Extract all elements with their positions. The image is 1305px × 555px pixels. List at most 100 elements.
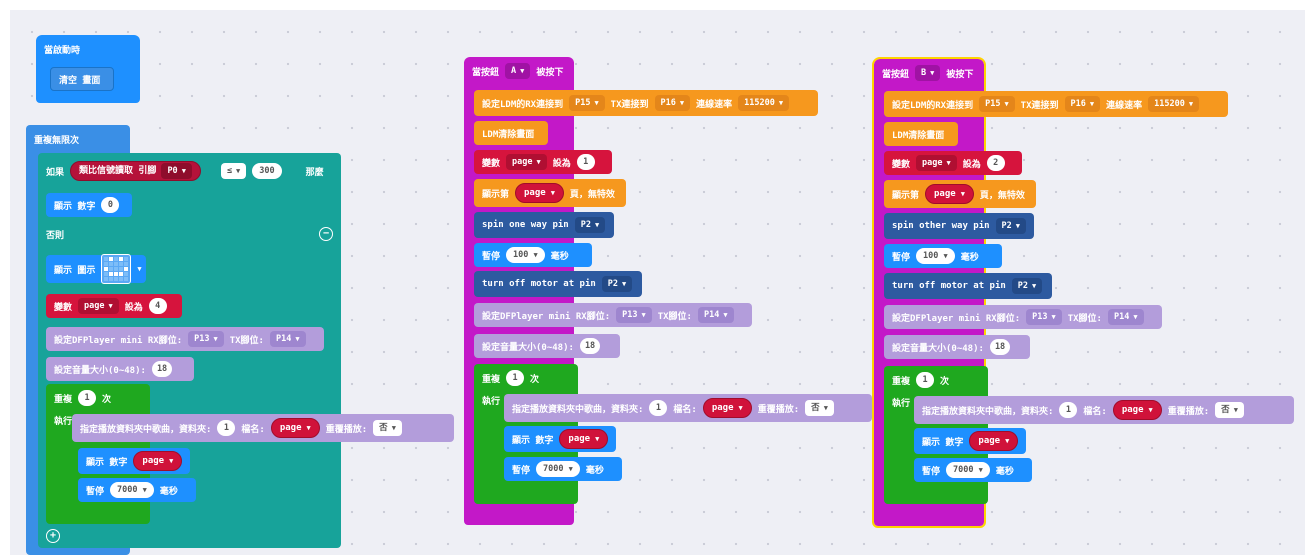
pause-block[interactable]: 暫停 7000 ▼ 毫秒 — [78, 478, 196, 502]
baud-dropdown[interactable]: 115200 ▼ — [738, 95, 790, 111]
loop-dropdown[interactable]: 否 ▼ — [373, 420, 402, 436]
dfplayer-rx-dropdown[interactable]: P13 ▼ — [1026, 309, 1062, 325]
play-folder-block[interactable]: 指定播放資料夾中歌曲，資料夾: 1 檔名: page ▼ 重覆播放: 否 ▼ — [914, 396, 1294, 424]
page-variable[interactable]: page ▼ — [270, 418, 320, 438]
set-value[interactable]: 1 — [576, 154, 595, 170]
collapse-minus-icon[interactable]: − — [319, 227, 333, 241]
page-variable[interactable]: page ▼ — [969, 431, 1019, 451]
ms-label: 毫秒 — [960, 252, 979, 263]
baud-label: 連線速率 — [696, 99, 733, 110]
page-variable[interactable]: page ▼ — [702, 398, 752, 418]
page-variable[interactable]: page ▼ — [559, 429, 609, 449]
folder-value[interactable]: 1 — [217, 420, 236, 436]
expand-plus-icon[interactable]: + — [46, 529, 60, 543]
repeat-times[interactable]: 1 — [506, 370, 525, 386]
folder-value[interactable]: 1 — [649, 400, 668, 416]
show-number-block[interactable]: 顯示 數字 0 — [46, 193, 132, 217]
set-variable-block[interactable]: 變數 page ▼ 設為 4 — [46, 294, 182, 318]
dfplayer-rx-dropdown[interactable]: P13 ▼ — [616, 307, 652, 323]
pause-dropdown[interactable]: 7000 ▼ — [110, 482, 154, 498]
button-a-dropdown[interactable]: A ▼ — [505, 63, 531, 79]
ldm-setup-block[interactable]: 設定LDM的RX連接到 P15 ▼ TX連接到 P16 ▼ 連線速率 115200 ▼ — [884, 91, 1228, 117]
show-page-block[interactable]: 顯示第 page ▼ 頁，無特效 — [474, 179, 626, 207]
loop-dropdown[interactable]: 否 ▼ — [1215, 402, 1244, 418]
dfplayer-tx-dropdown[interactable]: P14 ▼ — [1107, 309, 1144, 325]
ldm-clear-block[interactable]: LDM清除畫面 — [884, 122, 958, 146]
baud-dropdown[interactable]: 115200 ▼ — [1148, 96, 1200, 112]
variable-dropdown[interactable]: page ▼ — [78, 298, 119, 314]
set-volume-block[interactable]: 設定音量大小(0~48): 18 — [46, 357, 194, 381]
set-volume-block[interactable]: 設定音量大小(0~48): 18 — [884, 335, 1030, 359]
variable-dropdown[interactable]: page ▼ — [916, 155, 957, 171]
pause-dropdown[interactable]: 7000 ▼ — [946, 462, 990, 478]
times-label: 次 — [530, 374, 540, 385]
threshold-value[interactable]: 300 — [252, 163, 282, 179]
show-number-value[interactable]: 0 — [101, 197, 120, 213]
analog-pin-dropdown[interactable]: P0 ▼ — [161, 163, 192, 179]
pause-block[interactable]: 暫停 100 ▼ 毫秒 — [884, 244, 1002, 268]
volume-value[interactable]: 18 — [151, 361, 173, 377]
ldm-tx-dropdown[interactable]: P16 ▼ — [1064, 96, 1101, 112]
volume-value[interactable]: 18 — [989, 339, 1011, 355]
pause-dropdown[interactable]: 100 ▼ — [506, 247, 545, 263]
show-number-page-block[interactable]: 顯示 數字 page ▼ — [78, 448, 190, 474]
dfplayer-pins-block[interactable]: 設定DFPlayer mini RX腳位: P13 ▼ TX腳位: P14 ▼ — [46, 327, 324, 351]
pause-block[interactable]: 暫停 7000 ▼ 毫秒 — [914, 458, 1032, 482]
spin-label: spin one way pin — [482, 220, 569, 230]
dfplayer-pins-block[interactable]: 設定DFPlayer mini RX腳位: P13 ▼ TX腳位: P14 ▼ — [474, 303, 752, 327]
spin-pin-dropdown[interactable]: P2 ▼ — [574, 217, 606, 233]
set-value[interactable]: 2 — [986, 155, 1005, 171]
repeat-times[interactable]: 1 — [916, 372, 935, 388]
motor-off-block[interactable]: turn off motor at pin P2 ▼ — [474, 271, 642, 297]
dfplayer-pins-block[interactable]: 設定DFPlayer mini RX腳位: P13 ▼ TX腳位: P14 ▼ — [884, 305, 1162, 329]
loop-dropdown[interactable]: 否 ▼ — [805, 400, 834, 416]
ldm-setup-block[interactable]: 設定LDM的RX連接到 P15 ▼ TX連接到 P16 ▼ 連線速率 115200 ▼ — [474, 90, 818, 116]
dfplayer-rx-dropdown[interactable]: P13 ▼ — [188, 331, 224, 347]
folder-value[interactable]: 1 — [1059, 402, 1078, 418]
set-value[interactable]: 4 — [148, 298, 167, 314]
set-variable-block[interactable]: 變數 page ▼ 設為 2 — [884, 151, 1022, 175]
play-folder-block[interactable]: 指定播放資料夾中歌曲，資料夾: 1 檔名: page ▼ 重覆播放: 否 ▼ — [72, 414, 454, 442]
set-volume-block[interactable]: 設定音量大小(0~48): 18 — [474, 334, 620, 358]
page-suffix-label: 頁，無特效 — [979, 190, 1025, 201]
page-variable[interactable]: page ▼ — [515, 183, 564, 203]
on-start-block[interactable]: 當啟動時 清空 畫面 — [36, 35, 140, 103]
show-number-page-block[interactable]: 顯示 數字 page ▼ — [504, 426, 616, 452]
pause-dropdown[interactable]: 100 ▼ — [916, 248, 955, 264]
dfplayer-tx-dropdown[interactable]: P14 ▼ — [697, 307, 734, 323]
set-variable-block[interactable]: 變數 page ▼ 設為 1 — [474, 150, 612, 174]
page-variable[interactable]: page ▼ — [925, 184, 974, 204]
motor-pin-dropdown[interactable]: P2 ▼ — [1011, 278, 1043, 294]
clear-screen-block[interactable]: 清空 畫面 — [50, 67, 114, 91]
motor-off-block[interactable]: turn off motor at pin P2 ▼ — [884, 273, 1052, 299]
smiley-icon[interactable] — [101, 254, 132, 284]
pause-block[interactable]: 暫停 100 ▼ 毫秒 — [474, 243, 592, 267]
spin-motor-block[interactable]: spin other way pin P2 ▼ — [884, 213, 1034, 239]
show-icon-block[interactable]: 顯示 圖示 ▼ — [46, 254, 146, 284]
show-page-label: 顯示第 — [892, 190, 920, 201]
set-label: 變數 — [482, 158, 501, 169]
spin-pin-dropdown[interactable]: P2 ▼ — [995, 218, 1027, 234]
page-variable[interactable]: page ▼ — [133, 451, 183, 471]
ldm-rx-dropdown[interactable]: P15 ▼ — [569, 95, 605, 111]
variable-dropdown[interactable]: page ▼ — [506, 154, 547, 170]
repeat-times[interactable]: 1 — [78, 390, 97, 406]
page-variable[interactable]: page ▼ — [1112, 400, 1162, 420]
play-folder-block[interactable]: 指定播放資料夾中歌曲，資料夾: 1 檔名: page ▼ 重覆播放: 否 ▼ — [504, 394, 872, 422]
ldm-tx-dropdown[interactable]: P16 ▼ — [654, 95, 691, 111]
show-number-page-block[interactable]: 顯示 數字 page ▼ — [914, 428, 1026, 454]
ldm-clear-block[interactable]: LDM清除畫面 — [474, 121, 548, 145]
button-b-dropdown[interactable]: B ▼ — [915, 65, 941, 81]
ldm-rx-dropdown[interactable]: P15 ▼ — [979, 96, 1015, 112]
motor-pin-dropdown[interactable]: P2 ▼ — [601, 276, 633, 292]
blocks-workspace[interactable]: 當啟動時 清空 畫面 重複無限次 如果 類比信號讀取 引腳 P0 ▼ ≤ ▼ 300… — [10, 10, 1305, 555]
compare-dropdown[interactable]: ≤ ▼ — [220, 163, 247, 179]
volume-value[interactable]: 18 — [579, 338, 601, 354]
show-page-block[interactable]: 顯示第 page ▼ 頁，無特效 — [884, 180, 1036, 208]
chevron-down-icon[interactable]: ▼ — [137, 265, 141, 273]
pause-block[interactable]: 暫停 7000 ▼ 毫秒 — [504, 457, 622, 481]
pause-dropdown[interactable]: 7000 ▼ — [536, 461, 580, 477]
spin-motor-block[interactable]: spin one way pin P2 ▼ — [474, 212, 614, 238]
dfplayer-tx-dropdown[interactable]: P14 ▼ — [269, 331, 306, 347]
analog-read-block[interactable]: 類比信號讀取 引腳 P0 ▼ — [70, 161, 201, 181]
